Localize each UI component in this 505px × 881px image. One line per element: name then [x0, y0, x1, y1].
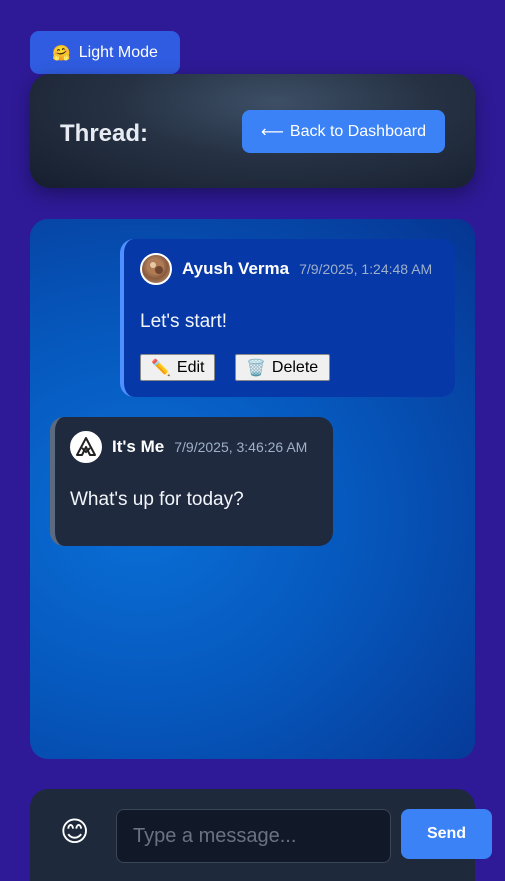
logo-icon — [76, 437, 96, 456]
message-author: Ayush Verma — [182, 259, 290, 278]
avatar-photo-icon — [148, 259, 164, 275]
message-timestamp: 7/9/2025, 1:24:48 AM — [299, 261, 433, 277]
message-composer: 😊 Send — [30, 789, 492, 881]
message-header: It's Me 7/9/2025, 3:46:26 AM — [70, 431, 307, 463]
back-button-label: Back to Dashboard — [289, 122, 426, 140]
message-actions: ✏️ Edit 🗑️ Delete — [140, 354, 330, 381]
page-title: Thread: — [60, 120, 149, 147]
pencil-icon: ✏️ — [151, 359, 171, 377]
delete-message-button[interactable]: 🗑️ Delete — [235, 354, 330, 381]
message-author: It's Me — [112, 437, 165, 456]
avatar — [70, 431, 102, 463]
message-header: Ayush Verma 7/9/2025, 1:24:48 AM — [140, 253, 432, 285]
theme-toggle-button[interactable]: 🤗 Light Mode — [30, 31, 180, 74]
back-to-dashboard-button[interactable]: ⟵ Back to Dashboard — [242, 110, 445, 153]
edit-label: Edit — [176, 358, 205, 376]
message-timestamp: 7/9/2025, 3:46:26 AM — [174, 439, 308, 455]
hugging-face-icon: 🤗 — [52, 44, 71, 62]
theme-toggle-label: Light Mode — [78, 43, 158, 61]
send-button[interactable]: Send — [401, 809, 492, 859]
delete-label: Delete — [271, 358, 319, 376]
message-item: It's Me 7/9/2025, 3:46:26 AM What's up f… — [50, 417, 333, 546]
avatar — [140, 253, 172, 285]
chat-thread-page: 🤗 Light Mode Thread: ⟵ Back to Dashboard… — [0, 0, 505, 881]
left-arrow-icon: ⟵ — [260, 123, 284, 141]
smiling-face-icon[interactable]: 😊 — [60, 815, 89, 848]
message-input[interactable] — [116, 809, 391, 863]
thread-header: Thread: ⟵ Back to Dashboard — [30, 74, 475, 188]
edit-message-button[interactable]: ✏️ Edit — [140, 354, 215, 381]
wastebasket-icon: 🗑️ — [246, 359, 266, 377]
message-list[interactable]: Ayush Verma 7/9/2025, 1:24:48 AM Let's s… — [30, 219, 475, 759]
message-text: What's up for today? — [70, 489, 244, 510]
message-item: Ayush Verma 7/9/2025, 1:24:48 AM Let's s… — [120, 239, 455, 397]
message-text: Let's start! — [140, 311, 228, 332]
